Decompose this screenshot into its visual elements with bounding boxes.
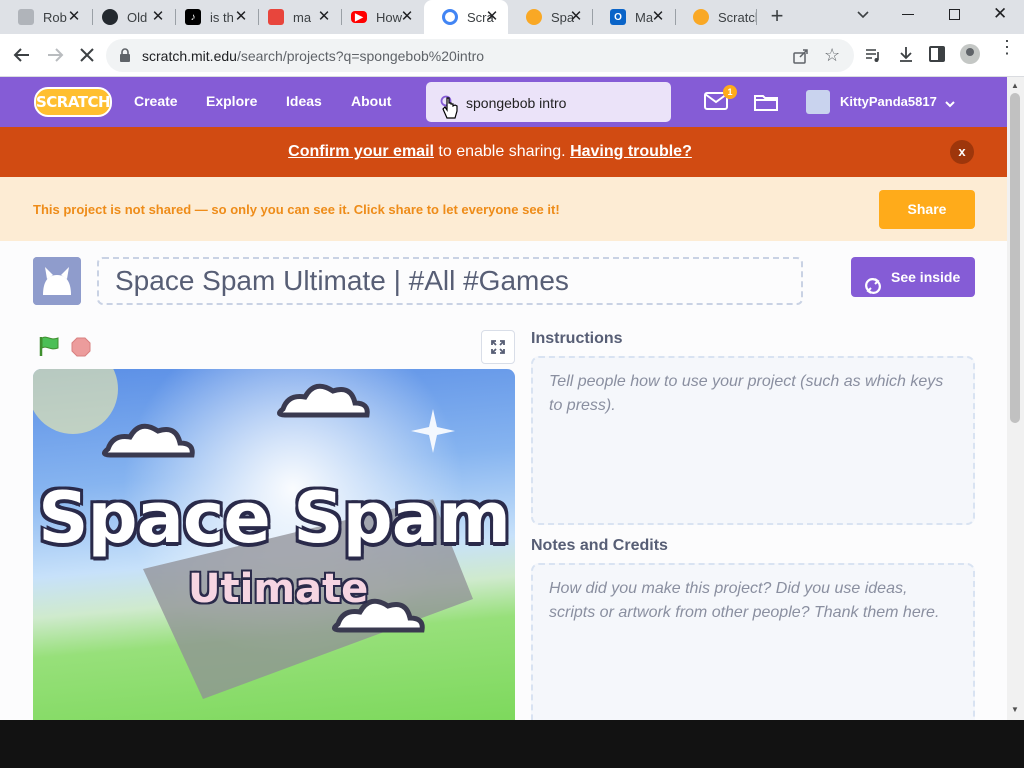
- banner-message: Confirm your email to enable sharing. Ha…: [288, 143, 692, 160]
- media-queue-icon[interactable]: [864, 46, 882, 69]
- nav-about-link[interactable]: About: [351, 93, 391, 109]
- close-tab-icon[interactable]: ✕: [66, 9, 82, 25]
- browser-tab[interactable]: Rob ✕: [0, 0, 90, 34]
- not-shared-bar: This project is not shared — so only you…: [0, 177, 1007, 241]
- user-avatar[interactable]: [806, 90, 830, 114]
- nav-create-link[interactable]: Create: [134, 93, 178, 109]
- forward-icon[interactable]: [45, 45, 65, 70]
- browser-tab-strip: Rob ✕ Old ✕ ♪ is th ✕ ma ✕ ▶ How ✕ Scra …: [0, 0, 1024, 34]
- project-author-avatar[interactable]: [33, 257, 81, 305]
- notes-textarea[interactable]: How did you make this project? Did you u…: [531, 563, 975, 720]
- browser-toolbar: scratch.mit.edu/search/projects?q=sponge…: [0, 34, 1024, 77]
- scrollbar-thumb[interactable]: [1010, 93, 1020, 423]
- download-icon[interactable]: [897, 45, 915, 68]
- stop-button[interactable]: [71, 337, 91, 357]
- taskbar-area: [0, 720, 1024, 768]
- browser-tab[interactable]: Scratch: [675, 0, 757, 34]
- search-input[interactable]: spongebob intro: [426, 82, 671, 122]
- tab-search-icon[interactable]: [855, 6, 873, 24]
- scratch-page: SCRATCH Create Explore Ideas About spong…: [0, 77, 1007, 720]
- banner-close-button[interactable]: x: [950, 140, 974, 164]
- stop-loading-icon[interactable]: [77, 45, 97, 70]
- scroll-up-arrow-icon[interactable]: ▲: [1011, 81, 1019, 90]
- share-button[interactable]: Share: [879, 190, 975, 229]
- confirm-email-banner: Confirm your email to enable sharing. Ha…: [0, 127, 1007, 177]
- mouse-cursor-icon: [441, 96, 459, 125]
- close-tab-icon[interactable]: ✕: [484, 9, 500, 25]
- profile-avatar-icon[interactable]: [960, 44, 980, 64]
- scratch-icon: [693, 9, 709, 25]
- see-inside-icon: [865, 269, 881, 309]
- new-tab-button[interactable]: +: [767, 5, 787, 27]
- scroll-down-arrow-icon[interactable]: ▼: [1011, 705, 1019, 714]
- green-flag-button[interactable]: [38, 335, 60, 362]
- roblox-icon: [18, 9, 34, 25]
- messages-count-badge: 1: [723, 85, 737, 99]
- maximize-icon[interactable]: [949, 9, 960, 20]
- minimize-icon[interactable]: [902, 14, 914, 15]
- page-scrollbar[interactable]: ▲ ▼: [1007, 77, 1024, 720]
- see-inside-button[interactable]: See inside: [851, 257, 975, 297]
- close-tab-icon[interactable]: ✕: [650, 9, 666, 25]
- browser-tab[interactable]: O Ma ✕: [592, 0, 674, 34]
- fullscreen-button[interactable]: [481, 330, 515, 364]
- github-icon: [102, 9, 118, 25]
- youtube-icon: ▶: [351, 11, 367, 23]
- search-value: spongebob intro: [466, 95, 567, 111]
- confirm-email-link[interactable]: Confirm your email: [288, 143, 434, 160]
- scratch-icon: [526, 9, 542, 25]
- close-tab-icon[interactable]: ✕: [150, 9, 166, 25]
- notes-heading: Notes and Credits: [531, 537, 668, 554]
- browser-tab-active[interactable]: Scra ✕: [424, 0, 508, 34]
- nav-explore-link[interactable]: Explore: [206, 93, 257, 109]
- stage-title-line2: Utimate: [188, 566, 369, 612]
- close-tab-icon[interactable]: ✕: [399, 9, 415, 25]
- not-shared-message: This project is not shared — so only you…: [33, 202, 560, 217]
- instructions-textarea[interactable]: Tell people how to use your project (suc…: [531, 356, 975, 525]
- url-text: scratch.mit.edu/search/projects?q=sponge…: [142, 48, 485, 64]
- browser-tab[interactable]: Old ✕: [84, 0, 174, 34]
- browser-tab[interactable]: Spa ✕: [508, 0, 592, 34]
- scratch-navbar: SCRATCH Create Explore Ideas About spong…: [0, 77, 1007, 127]
- outlook-icon: O: [610, 9, 626, 25]
- lock-icon[interactable]: [119, 48, 131, 67]
- bookmark-icon: [268, 9, 284, 25]
- username-label[interactable]: KittyPanda5817: [840, 94, 937, 109]
- browser-tab[interactable]: ▶ How ✕: [333, 0, 423, 34]
- browser-tab[interactable]: ma ✕: [250, 0, 340, 34]
- share-page-icon[interactable]: [792, 47, 810, 70]
- google-icon: [442, 9, 458, 25]
- window-close-icon[interactable]: ✕: [993, 4, 1007, 24]
- close-tab-icon[interactable]: ✕: [316, 9, 332, 25]
- back-icon[interactable]: [12, 45, 32, 70]
- browser-tab[interactable]: ♪ is th ✕: [167, 0, 257, 34]
- chevron-down-icon[interactable]: [944, 96, 956, 114]
- project-stage[interactable]: Space Spam Utimate: [33, 369, 515, 720]
- bookmark-star-icon[interactable]: ☆: [824, 45, 840, 66]
- project-title-input[interactable]: Space Spam Ultimate | #All #Games: [97, 257, 803, 305]
- nav-ideas-link[interactable]: Ideas: [286, 93, 322, 109]
- close-tab-icon[interactable]: ✕: [568, 9, 584, 25]
- having-trouble-link[interactable]: Having trouble?: [570, 143, 692, 160]
- tiktok-icon: ♪: [185, 9, 201, 25]
- my-stuff-folder-icon[interactable]: [754, 93, 778, 116]
- address-bar[interactable]: scratch.mit.edu/search/projects?q=sponge…: [106, 39, 854, 72]
- menu-kebab-icon[interactable]: ⋮: [998, 38, 1016, 56]
- close-tab-icon[interactable]: ✕: [233, 9, 249, 25]
- scratch-logo[interactable]: SCRATCH: [34, 87, 112, 117]
- instructions-heading: Instructions: [531, 330, 623, 347]
- stage-title-line1: Space Spam: [38, 477, 511, 559]
- side-panel-icon[interactable]: [929, 46, 945, 62]
